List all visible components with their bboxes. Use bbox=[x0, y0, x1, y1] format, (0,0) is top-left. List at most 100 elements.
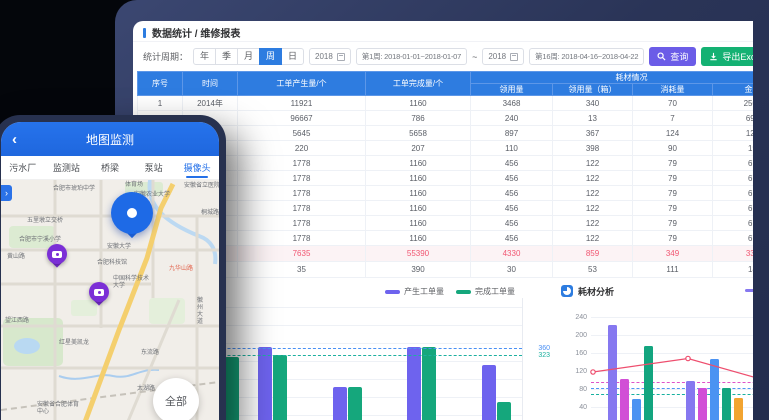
table-cell: 240 bbox=[471, 111, 553, 126]
legend-item[interactable]: 完成工单量 bbox=[456, 286, 515, 297]
table-cell: 220 bbox=[238, 141, 366, 156]
table-row: 12014年1192111603468340702506 bbox=[138, 96, 754, 111]
map[interactable]: 合肥市琥珀中学体育场安徽农业大学安徽省立医院桐城路五里墩立交桥合肥市宁溪小学安徽… bbox=[1, 180, 219, 420]
export-label: 导出Excel bbox=[722, 50, 753, 63]
end-week-value: 第16周: 2018-04-16~2018-04-22 bbox=[535, 51, 638, 62]
pie-chart-icon bbox=[561, 285, 573, 297]
total-cell: 859 bbox=[553, 246, 633, 262]
y-tick: 160 bbox=[565, 350, 587, 357]
period-option-季[interactable]: 季 bbox=[215, 48, 238, 65]
table-row: 177811604561227967 bbox=[138, 156, 754, 171]
period-option-年[interactable]: 年 bbox=[193, 48, 216, 65]
consumables-chart: 耗材分析 4080120160200240 bbox=[561, 284, 753, 420]
map-label: 红星美凯龙 bbox=[59, 340, 89, 347]
legend-item[interactable]: 产生工单量 bbox=[385, 286, 444, 297]
reference-label: 323 bbox=[538, 352, 550, 359]
table-row: 56455658897367124129 bbox=[138, 126, 754, 141]
table-cell: 456 bbox=[471, 216, 553, 231]
table-cell: 79 bbox=[633, 186, 713, 201]
tab-污水厂[interactable]: 污水厂 bbox=[1, 156, 45, 179]
table-cell: 124 bbox=[633, 126, 713, 141]
start-week-picker[interactable]: 第1周: 2018-01-01~2018-01-07 bbox=[356, 48, 467, 65]
table-cell: 207 bbox=[366, 141, 471, 156]
map-label: 合肥科技馆 bbox=[97, 260, 127, 267]
column-header: 工单产生量/个 bbox=[238, 72, 366, 96]
table-cell: 19 bbox=[713, 141, 754, 156]
y-tick: 200 bbox=[565, 332, 587, 339]
tab-监测站[interactable]: 监测站 bbox=[45, 156, 89, 179]
table-cell: 5658 bbox=[366, 126, 471, 141]
map-label: 太湖路 bbox=[137, 386, 155, 393]
period-option-周[interactable]: 周 bbox=[259, 48, 282, 65]
bar bbox=[407, 347, 421, 420]
tab-摄像头[interactable]: 摄像头 bbox=[175, 156, 219, 179]
y-tick: 120 bbox=[565, 368, 587, 375]
map-label: 望江西路 bbox=[5, 318, 29, 325]
table-head: 序号时间工单产生量/个工单完成量/个耗材情况领用量领用量（箱）消耗量金额 bbox=[138, 72, 754, 96]
column-header: 工单完成量/个 bbox=[366, 72, 471, 96]
table-cell: 7 bbox=[633, 111, 713, 126]
bar bbox=[422, 347, 436, 420]
phone-screen: ‹ 地图监测 污水厂监测站桥梁泵站摄像头 bbox=[1, 122, 219, 420]
table-cell: 79 bbox=[633, 171, 713, 186]
bar bbox=[348, 387, 362, 420]
sub-column-header: 金额 bbox=[713, 84, 754, 96]
end-year-picker[interactable]: 2018 bbox=[482, 48, 524, 65]
y-tick: 80 bbox=[565, 386, 587, 393]
start-year-picker[interactable]: 2018 bbox=[309, 48, 351, 65]
bar bbox=[225, 357, 239, 420]
selected-camera-marker[interactable] bbox=[111, 192, 153, 238]
table-cell: 456 bbox=[471, 156, 553, 171]
table-cell: 1160 bbox=[366, 156, 471, 171]
tab-泵站[interactable]: 泵站 bbox=[132, 156, 176, 179]
filter-bar: 统计周期： 年季月周日 2018 第1周: 2018-01-01~2018-01… bbox=[133, 42, 753, 71]
query-label: 查询 bbox=[670, 50, 688, 63]
table-cell: 122 bbox=[553, 216, 633, 231]
export-excel-button[interactable]: 导出Excel bbox=[701, 47, 753, 66]
period-option-日[interactable]: 日 bbox=[281, 48, 304, 65]
table-cell: 96667 bbox=[238, 111, 366, 126]
query-button[interactable]: 查询 bbox=[649, 47, 696, 66]
map-label: 合肥市宁溪小学 bbox=[19, 237, 61, 244]
map-label: 中国科学技术大学 bbox=[113, 276, 153, 290]
table-cell: 1160 bbox=[366, 231, 471, 246]
chart-title: 耗材分析 bbox=[578, 285, 614, 298]
sub-column-header: 领用量 bbox=[471, 84, 553, 96]
table-cell: 1778 bbox=[238, 171, 366, 186]
table-cell: 367 bbox=[553, 126, 633, 141]
table-cell: 1778 bbox=[238, 231, 366, 246]
total-row: 合计7635553904330859349332 bbox=[138, 246, 754, 262]
camera-pin[interactable] bbox=[89, 282, 111, 310]
map-label: 东流路 bbox=[141, 350, 159, 357]
map-label: 徽州大道 bbox=[197, 298, 205, 326]
table-row: 177811604561227967 bbox=[138, 201, 754, 216]
tab-桥梁[interactable]: 桥梁 bbox=[88, 156, 132, 179]
average-cell: 390 bbox=[366, 262, 471, 278]
table-cell: 122 bbox=[553, 201, 633, 216]
table-cell: 1778 bbox=[238, 201, 366, 216]
bar bbox=[273, 355, 287, 420]
sub-column-header: 消耗量 bbox=[633, 84, 713, 96]
column-header: 时间 bbox=[183, 72, 238, 96]
camera-pin[interactable] bbox=[47, 244, 69, 272]
map-expander[interactable]: › bbox=[1, 185, 12, 201]
bar bbox=[258, 347, 272, 420]
total-cell: 332 bbox=[713, 246, 754, 262]
table-cell: 1160 bbox=[366, 201, 471, 216]
table-cell: 1778 bbox=[238, 216, 366, 231]
camera-icon bbox=[52, 251, 62, 258]
column-header: 序号 bbox=[138, 72, 183, 96]
table-cell: 1 bbox=[138, 96, 183, 111]
end-year-value: 2018 bbox=[488, 52, 506, 61]
average-cell: 14 bbox=[713, 262, 754, 278]
period-option-月[interactable]: 月 bbox=[237, 48, 260, 65]
average-cell: 111 bbox=[633, 262, 713, 278]
start-year-value: 2018 bbox=[315, 52, 333, 61]
end-week-picker[interactable]: 第16周: 2018-04-16~2018-04-22 bbox=[529, 48, 644, 65]
report-card: 数据统计 / 维修报表 统计周期： 年季月周日 2018 第1周: 2018-0… bbox=[133, 21, 753, 420]
table-cell: 2506 bbox=[713, 96, 754, 111]
all-button[interactable]: 全部 bbox=[153, 378, 199, 420]
back-icon[interactable]: ‹ bbox=[12, 132, 17, 147]
table-body: 12014年1192111603468340702506966677862401… bbox=[138, 96, 754, 278]
total-cell: 55390 bbox=[366, 246, 471, 262]
